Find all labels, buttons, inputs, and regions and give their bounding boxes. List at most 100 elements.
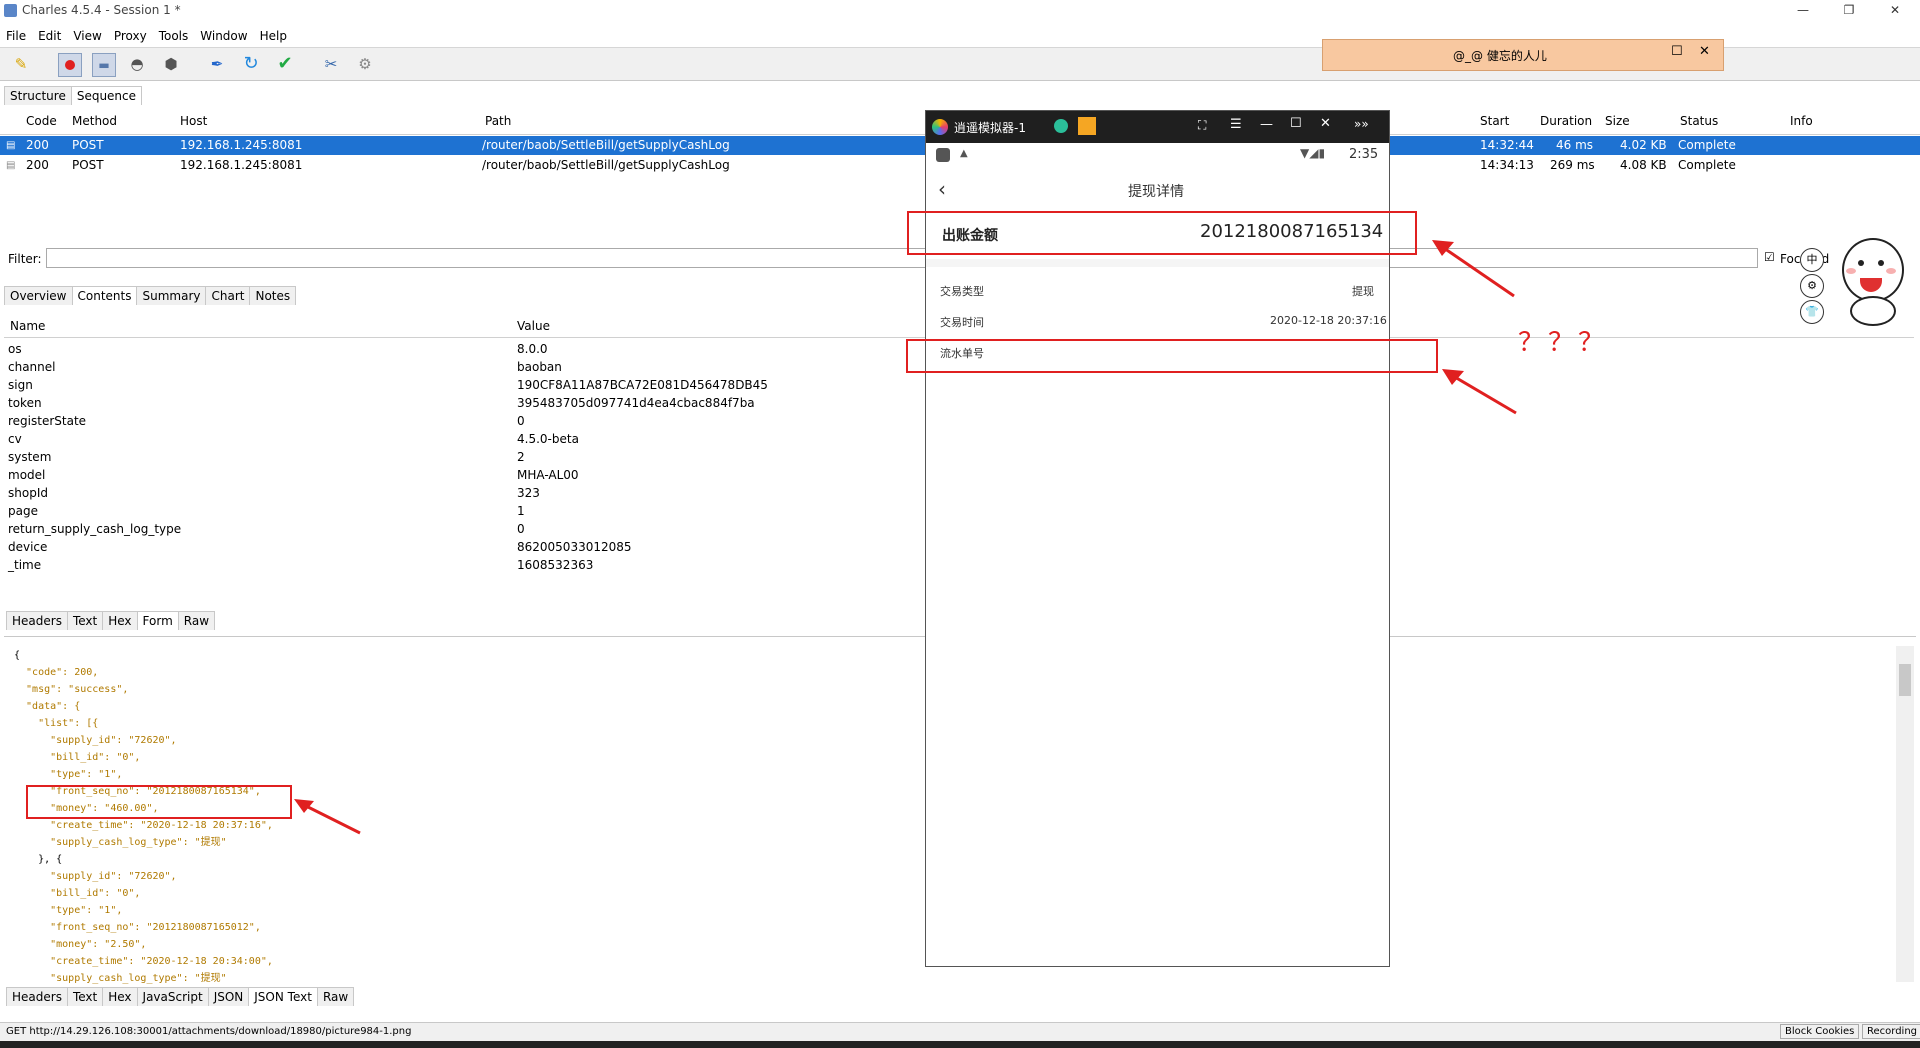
tab-headers[interactable]: Headers [6,611,68,630]
menu-window[interactable]: Window [194,26,253,46]
fullscreen-icon[interactable]: ⛶ [1198,118,1206,133]
annotation-arrow-serial [1442,369,1517,415]
tab-sequence[interactable]: Sequence [70,86,143,105]
close-icon[interactable]: ✕ [1699,44,1710,59]
shirt-icon[interactable]: 👕 [1800,300,1824,324]
restore-button[interactable]: ❐ [1826,0,1872,22]
annotation-arrow-amount [1432,240,1515,298]
tab-chart[interactable]: Chart [205,286,251,305]
emulator-title-bar: 逍遥模拟器-1 ⛶ ☰ — ☐ ✕ »» [926,111,1389,143]
android-status-bar: ▲ ▼◢▮ 2:35 [926,143,1389,167]
maximize-icon[interactable]: ☐ [1671,44,1683,59]
app-icon[interactable] [1078,117,1096,135]
menu-tools[interactable]: Tools [153,26,195,46]
settings-icon[interactable]: ⚙ [1800,274,1824,298]
settings-icon[interactable]: ⚙ [354,53,376,75]
tab-summary[interactable]: Summary [136,286,207,305]
col-duration[interactable]: Duration [1540,110,1592,132]
detail-tabs: Overview Contents Summary Chart Notes [4,286,297,305]
tab-hex[interactable]: Hex [102,611,138,630]
ime-icon[interactable]: 中 [1800,248,1824,272]
col-info[interactable]: Info [1790,110,1813,132]
view-tabs: Structure Sequence [4,86,143,105]
col-method[interactable]: Method [72,110,117,132]
tab-contents[interactable]: Contents [71,286,138,305]
json-scrollbar[interactable] [1896,646,1914,982]
detail-label: 交易时间 [940,316,984,329]
tab-raw[interactable]: Raw [177,611,216,630]
tab-notes[interactable]: Notes [249,286,297,305]
tab-overview[interactable]: Overview [4,286,73,305]
app-icon[interactable] [1054,119,1068,133]
tab-text[interactable]: Text [66,611,104,630]
close-icon[interactable]: ✕ [1320,116,1331,131]
col-code[interactable]: Code [26,110,57,132]
expand-icon[interactable]: »» [1354,117,1369,131]
detail-label: 交易类型 [940,285,984,298]
throttle-icon[interactable]: ▬ [92,53,116,77]
annotation-box-json [26,785,292,819]
block-cookies-button[interactable]: Block Cookies [1780,1024,1860,1039]
title-bar: Charles 4.5.4 - Session 1 * — ❐ ✕ [0,0,1920,22]
detail-value: 提现 [1352,285,1374,298]
tab-text[interactable]: Text [66,987,104,1006]
annotation-box-amount [907,211,1417,255]
taskbar [0,1041,1920,1048]
android-icon: ▲ [960,148,968,159]
question-marks: ？？？ [1518,328,1609,358]
close-button[interactable]: ✕ [1872,0,1918,22]
divider [926,259,1389,267]
annotation-arrow-json [294,799,361,835]
focused-checkbox[interactable]: ☑ [1764,250,1775,264]
tab-raw[interactable]: Raw [316,987,355,1006]
refresh-icon[interactable]: ↻ [240,53,262,75]
sticker-icon [1838,238,1904,326]
tab-hex[interactable]: Hex [102,987,138,1006]
col-size[interactable]: Size [1605,110,1630,132]
back-arrow-icon[interactable]: ‹ [938,177,946,201]
col-start[interactable]: Start [1480,110,1509,132]
request-tabs: Headers Text Hex Form Raw [6,611,216,630]
maximize-icon[interactable]: ☐ [1290,116,1302,131]
emulator-title: 逍遥模拟器-1 [954,121,1026,135]
menu-icon[interactable]: ☰ [1230,117,1242,132]
menu-view[interactable]: View [67,26,107,46]
charles-app-icon [4,4,17,17]
pen-icon[interactable]: ✒ [206,53,228,75]
minimize-icon[interactable]: — [1260,117,1273,132]
app-header: ‹ 提现详情 [926,167,1389,211]
document-icon: ▤ [6,160,16,171]
check-icon[interactable]: ✔ [274,53,296,75]
menu-file[interactable]: File [0,26,32,46]
status-bar: GET http://14.29.126.108:30001/attachmen… [0,1022,1920,1041]
annotation-box-serial [906,339,1438,373]
turtle-icon[interactable]: ◓ [126,53,148,75]
tools-icon[interactable]: ✂ [320,53,342,75]
stop-icon[interactable]: ⬢ [160,53,182,75]
col-status[interactable]: Status [1680,110,1718,132]
tab-json-text[interactable]: JSON Text [248,987,318,1006]
menu-edit[interactable]: Edit [32,26,67,46]
response-tabs: Headers Text Hex JavaScript JSON JSON Text Raw [6,987,355,1006]
emulator-logo-icon [932,119,948,135]
col-host[interactable]: Host [180,110,207,132]
notification-popup: @_@ 健忘的人儿 ☐ ✕ [1322,39,1724,71]
tab-javascript[interactable]: JavaScript [136,987,209,1006]
broom-icon[interactable]: ✎ [10,53,32,75]
record-icon[interactable] [58,53,82,77]
recording-button[interactable]: Recording [1862,1024,1920,1039]
tab-form[interactable]: Form [136,611,179,630]
col-path[interactable]: Path [485,110,511,132]
window-title: Charles 4.5.4 - Session 1 * [22,3,181,17]
menu-help[interactable]: Help [254,26,293,46]
page-title: 提现详情 [1128,184,1184,200]
tab-headers[interactable]: Headers [6,987,68,1006]
status-text: GET http://14.29.126.108:30001/attachmen… [6,1026,412,1037]
clock: 2:35 [1349,147,1379,162]
notification-icon [936,148,950,162]
tab-json[interactable]: JSON [207,987,250,1006]
minimize-button[interactable]: — [1780,0,1826,22]
tab-structure[interactable]: Structure [4,86,72,105]
menu-proxy[interactable]: Proxy [108,26,153,46]
notification-text: @_@ 健忘的人儿 [1453,49,1547,63]
